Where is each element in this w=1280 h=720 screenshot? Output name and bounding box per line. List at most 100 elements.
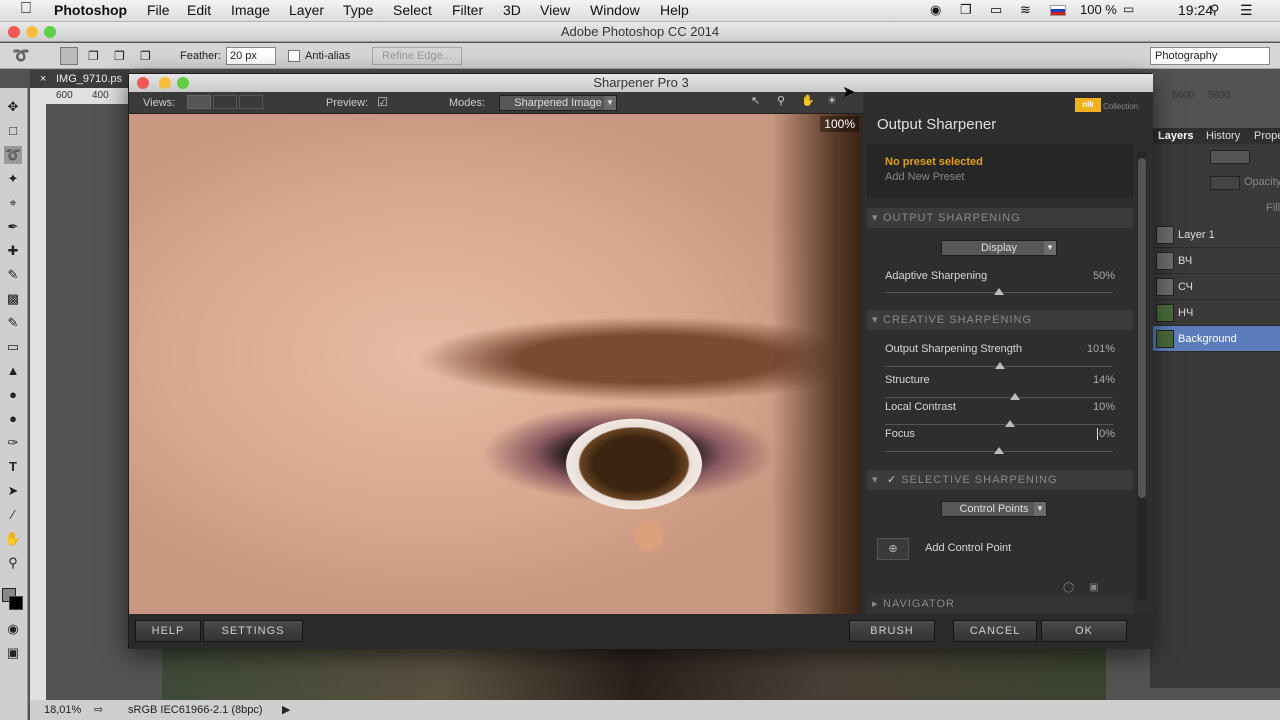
wifi-icon[interactable]: ≋ bbox=[1020, 2, 1031, 18]
close-icon[interactable] bbox=[8, 26, 20, 38]
document-tab[interactable]: × IMG_9710.ps bbox=[30, 70, 130, 88]
feather-input[interactable]: 20 px bbox=[226, 47, 276, 65]
eraser-tool-icon[interactable]: ▭ bbox=[4, 338, 22, 356]
brush-button[interactable]: BRUSH bbox=[849, 620, 935, 642]
export-icon[interactable]: ⇨ bbox=[94, 700, 103, 720]
pen-tool-icon[interactable]: ✑ bbox=[4, 434, 22, 452]
menu-view[interactable]: View bbox=[540, 2, 570, 18]
path-select-icon[interactable]: ➤ bbox=[4, 482, 22, 500]
record-icon[interactable]: ◉ bbox=[930, 2, 941, 18]
subtract-selection-icon[interactable]: ❐ bbox=[114, 49, 125, 63]
burn-tool-icon[interactable]: ● bbox=[4, 410, 22, 428]
battery-icon[interactable]: ▭ bbox=[1123, 2, 1134, 16]
loupe-icon[interactable]: ☀ bbox=[827, 94, 837, 107]
layer-row[interactable]: СЧ bbox=[1150, 274, 1280, 300]
close-tab-icon[interactable]: × bbox=[40, 70, 46, 88]
airplay-icon[interactable]: ▭ bbox=[990, 2, 1002, 18]
cancel-button[interactable]: CANCEL bbox=[953, 620, 1037, 642]
local-contrast-slider[interactable] bbox=[885, 424, 1113, 425]
split-view-icon[interactable] bbox=[213, 95, 237, 109]
notification-icon[interactable]: ☰ bbox=[1240, 2, 1253, 19]
show-points-icon[interactable]: ◯ bbox=[1063, 582, 1074, 593]
layer-row[interactable]: НЧ bbox=[1150, 300, 1280, 326]
menu-type[interactable]: Type bbox=[343, 2, 373, 18]
slider-thumb[interactable] bbox=[994, 288, 1004, 295]
window-icon[interactable]: ❐ bbox=[960, 2, 972, 18]
new-selection-icon[interactable] bbox=[60, 47, 78, 65]
healing-tool-icon[interactable]: ✚ bbox=[4, 242, 22, 260]
tab-layers[interactable]: Layers bbox=[1158, 130, 1193, 142]
menu-window[interactable]: Window bbox=[590, 2, 640, 18]
pointer-icon[interactable]: ↖ bbox=[751, 94, 760, 107]
panel-scrollbar[interactable] bbox=[1137, 152, 1147, 600]
maximize-icon[interactable] bbox=[177, 77, 189, 89]
layer-row[interactable]: ВЧ bbox=[1150, 248, 1280, 274]
ok-button[interactable]: OK bbox=[1041, 620, 1127, 642]
spotlight-icon[interactable]: ⚲ bbox=[1210, 2, 1220, 18]
slider-thumb[interactable] bbox=[995, 362, 1005, 369]
zoom-icon[interactable]: ⚲ bbox=[777, 94, 785, 107]
minimize-icon[interactable] bbox=[159, 77, 171, 89]
zoom-level[interactable]: 18,01% bbox=[44, 700, 81, 720]
eyedropper-tool-icon[interactable]: ✒ bbox=[4, 218, 22, 236]
bucket-tool-icon[interactable]: ▲ bbox=[4, 362, 22, 380]
hand-icon[interactable]: ✋ bbox=[801, 94, 815, 107]
control-points-select[interactable]: Control Points ▼ bbox=[941, 501, 1047, 517]
layer-filter-select[interactable] bbox=[1210, 150, 1250, 164]
output-mode-select[interactable]: Display ▼ bbox=[941, 240, 1057, 256]
line-tool-icon[interactable]: ∕ bbox=[4, 506, 22, 524]
blend-mode-select[interactable] bbox=[1210, 176, 1240, 190]
zoom-tool-icon[interactable]: ⚲ bbox=[4, 554, 22, 572]
tab-history[interactable]: History bbox=[1206, 130, 1240, 142]
flag-icon[interactable] bbox=[1050, 5, 1066, 16]
add-control-point-label[interactable]: Add Control Point bbox=[925, 542, 1011, 554]
antialias-checkbox[interactable] bbox=[288, 50, 300, 62]
preview-zoom[interactable]: 100% bbox=[820, 116, 859, 132]
menu-layer[interactable]: Layer bbox=[289, 2, 324, 18]
slider-thumb[interactable] bbox=[994, 447, 1004, 454]
maximize-icon[interactable] bbox=[44, 26, 56, 38]
type-tool-icon[interactable]: T bbox=[4, 458, 22, 476]
scrollbar-thumb[interactable] bbox=[1138, 158, 1146, 498]
workspace-select[interactable]: Photography bbox=[1150, 47, 1270, 65]
menu-edit[interactable]: Edit bbox=[187, 2, 211, 18]
clock[interactable]: 19:24 bbox=[1178, 2, 1213, 18]
menu-3d[interactable]: 3D bbox=[503, 2, 521, 18]
lasso-icon[interactable]: ➰ bbox=[12, 47, 29, 64]
help-button[interactable]: HELP bbox=[135, 620, 201, 642]
side-by-side-icon[interactable] bbox=[239, 95, 263, 109]
slider-thumb[interactable] bbox=[1010, 393, 1020, 400]
dodge-tool-icon[interactable]: ● bbox=[4, 386, 22, 404]
menu-select[interactable]: Select bbox=[393, 2, 432, 18]
document-canvas[interactable] bbox=[162, 648, 1106, 700]
menu-help[interactable]: Help bbox=[660, 2, 689, 18]
screen-mode-icon[interactable]: ▣ bbox=[4, 644, 22, 662]
status-arrow-icon[interactable]: ▶ bbox=[282, 700, 290, 720]
output-sharpening-header[interactable]: ▾ OUTPUT SHARPENING bbox=[867, 208, 1133, 228]
marquee-tool-icon[interactable]: □ bbox=[4, 122, 22, 140]
app-menu[interactable]: Photoshop bbox=[54, 2, 127, 18]
creative-sharpening-header[interactable]: ▾ CREATIVE SHARPENING bbox=[867, 310, 1133, 330]
menu-file[interactable]: File bbox=[147, 2, 170, 18]
close-icon[interactable] bbox=[137, 77, 149, 89]
layer-row[interactable]: Background bbox=[1150, 326, 1280, 352]
selective-sharpening-header[interactable]: ▾ ✓ SELECTIVE SHARPENING bbox=[867, 470, 1133, 490]
stamp-tool-icon[interactable]: ▩ bbox=[4, 290, 22, 308]
preview-image[interactable]: 100% bbox=[129, 114, 861, 614]
intersect-selection-icon[interactable]: ❐ bbox=[140, 49, 151, 63]
layer-row[interactable]: Layer 1 bbox=[1150, 222, 1280, 248]
refine-edge-button[interactable]: Refine Edge... bbox=[372, 47, 462, 65]
selective-checkbox[interactable]: ✓ bbox=[887, 474, 897, 486]
lasso-tool-icon[interactable]: ➰ bbox=[4, 146, 22, 164]
settings-button[interactable]: SETTINGS bbox=[203, 620, 303, 642]
battery-text[interactable]: 100 % bbox=[1080, 2, 1117, 17]
tab-properties[interactable]: Prope bbox=[1254, 130, 1280, 142]
slider-thumb[interactable] bbox=[1005, 420, 1015, 427]
quick-select-tool-icon[interactable]: ✦ bbox=[4, 170, 22, 188]
add-preset-link[interactable]: Add New Preset bbox=[885, 171, 964, 183]
crop-tool-icon[interactable]: ⌖ bbox=[4, 194, 22, 212]
single-view-icon[interactable] bbox=[187, 95, 211, 109]
menu-filter[interactable]: Filter bbox=[452, 2, 483, 18]
quick-mask-icon[interactable]: ◉ bbox=[4, 620, 22, 638]
history-brush-icon[interactable]: ✎ bbox=[4, 314, 22, 332]
